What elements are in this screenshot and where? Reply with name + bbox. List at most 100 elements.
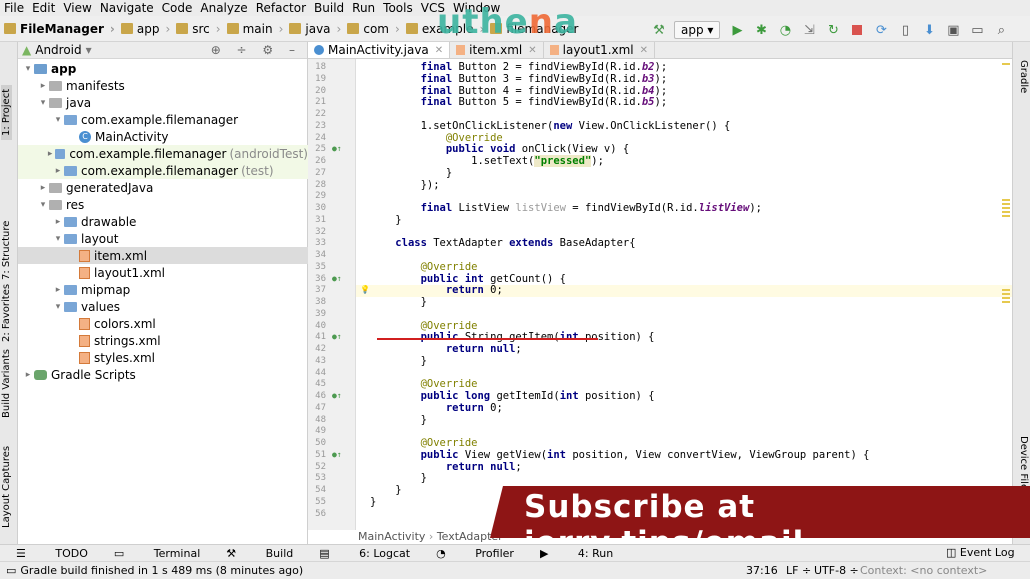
tool-window-4[interactable]: ◔ Profiler [436,547,514,560]
override-marker-icon[interactable]: ●↑ [332,391,342,400]
sdk-manager-icon[interactable]: ⬇ [920,21,938,39]
tree-item[interactable]: styles.xml [18,349,308,366]
expand-arrow-icon[interactable]: ▾ [37,200,49,210]
tool-window-0[interactable]: ☰ TODO [16,547,88,560]
menu-tools[interactable]: Tools [383,1,413,15]
file-encoding[interactable]: UTF-8 ÷ [814,564,859,577]
code-line[interactable]: } [370,496,376,509]
code-line[interactable]: class TextAdapter extends BaseAdapter{ [370,237,635,250]
code-line[interactable]: } [370,214,401,227]
caret-position[interactable]: 37:16 [746,564,778,577]
tree-item[interactable]: ▾ values [18,298,308,315]
expand-arrow-icon[interactable]: ▸ [37,183,49,193]
tab-structure[interactable]: 7: Structure [1,221,12,280]
expand-arrow-icon[interactable]: ▾ [52,302,64,312]
close-icon[interactable]: ✕ [528,45,536,56]
code-line[interactable]: return 0; [370,402,503,415]
avd-manager-icon[interactable]: ▯ [896,21,914,39]
menu-file[interactable]: File [4,1,24,15]
tree-item[interactable]: ▾ layout [18,230,308,247]
code-line[interactable]: } [370,296,427,309]
breadcrumb-0[interactable]: FileManager › [4,22,115,36]
chevron-down-icon[interactable]: ▾ [86,43,92,57]
code-editor[interactable]: 18 final Button 2 = findViewById(R.id.b2… [308,59,1012,530]
code-line[interactable]: } [370,484,401,497]
code-line[interactable]: } [370,414,427,427]
tool-window-5[interactable]: ▶ 4: Run [540,547,613,560]
tab-mainactivity-java[interactable]: MainActivity.java ✕ [308,42,451,58]
tree-item[interactable]: item.xml [18,247,308,264]
override-marker-icon[interactable]: ●↑ [332,144,342,153]
layout-inspector-icon[interactable]: ▣ [944,21,962,39]
code-line[interactable]: 1.setOnClickListener(new View.OnClickLis… [370,120,731,133]
event-log-button[interactable]: ◫ Event Log [946,546,1015,559]
run-icon[interactable]: ▶ [728,21,746,39]
stop-icon[interactable] [848,21,866,39]
tab-item-xml[interactable]: item.xml ✕ [450,42,544,58]
tree-item[interactable]: ▾ res [18,196,308,213]
expand-arrow-icon[interactable]: ▸ [52,285,64,295]
tab-build-variants[interactable]: Build Variants [1,349,12,418]
menu-code[interactable]: Code [162,1,193,15]
apply-changes-icon[interactable]: ↻ [824,21,842,39]
code-line[interactable]: } [370,167,452,180]
tab-gradle[interactable]: Gradle [1018,60,1029,93]
tree-item[interactable]: ▸ manifests [18,77,308,94]
breadcrumb-4[interactable]: java › [289,22,341,36]
expand-arrow-icon[interactable]: ▸ [52,217,64,227]
tree-item[interactable]: layout1.xml [18,264,308,281]
tree-item[interactable]: ▸ mipmap [18,281,308,298]
tab-layout1-xml[interactable]: layout1.xml ✕ [544,42,656,58]
tree-item[interactable]: strings.xml [18,332,308,349]
code-line[interactable]: } [370,355,427,368]
code-line[interactable]: public long getItemId(int position) { [370,390,655,403]
tree-item[interactable]: ▸ com.example.filemanager (test) [18,162,308,179]
menu-analyze[interactable]: Analyze [200,1,247,15]
tree-item[interactable]: ▾ java [18,94,308,111]
code-line[interactable]: final Button 2 = findViewById(R.id.b2); [370,61,668,74]
code-line[interactable]: return null; [370,343,522,356]
profile-icon[interactable]: ◔ [776,21,794,39]
tool-window-1[interactable]: ▭ Terminal [114,547,200,560]
close-icon[interactable]: ✕ [435,45,443,56]
tool-window-2[interactable]: ⚒ Build [226,547,293,560]
tree-item[interactable]: ▾ app [18,60,308,77]
line-separator[interactable]: LF ÷ [786,564,811,577]
attach-icon[interactable]: ⇲ [800,21,818,39]
lightbulb-icon[interactable]: 💡 [360,285,370,294]
menu-refactor[interactable]: Refactor [256,1,306,15]
sync-icon[interactable]: ⟳ [872,21,890,39]
menu-run[interactable]: Run [352,1,375,15]
override-marker-icon[interactable]: ●↑ [332,450,342,459]
run-config-select[interactable]: app ▾ [674,21,721,39]
tab-project[interactable]: 1: Project [1,84,12,140]
tree-item[interactable]: ▾ com.example.filemanager [18,111,308,128]
breadcrumb-5[interactable]: com › [347,22,400,36]
tree-item[interactable]: ▸ com.example.filemanager (androidTest) [18,145,308,162]
tree-item[interactable]: ▸ Gradle Scripts [18,366,308,383]
debug-icon[interactable]: ✱ [752,21,770,39]
expand-arrow-icon[interactable]: ▾ [37,98,49,108]
code-line[interactable]: }); [370,179,440,192]
code-line[interactable]: 1.setText("pressed"); [370,155,604,168]
search-icon[interactable]: ⌕ [992,21,1010,39]
breadcrumb-3[interactable]: main › [226,22,283,36]
breadcrumb-2[interactable]: src › [176,22,221,36]
tab-favorites[interactable]: 2: Favorites [1,284,12,342]
expand-arrow-icon[interactable]: ▸ [37,81,49,91]
code-line[interactable]: final ListView listView = findViewById(R… [370,202,762,215]
project-view-select[interactable]: Android [35,43,81,57]
tab-layout-captures[interactable]: Layout Captures [1,446,12,528]
override-marker-icon[interactable]: ●↑ [332,332,342,341]
crumb-mainactivity[interactable]: MainActivity [358,530,425,543]
expand-arrow-icon[interactable]: ▾ [22,64,34,74]
code-line[interactable]: final Button 5 = findViewById(R.id.b5); [370,96,668,109]
tab-device-file-explorer[interactable]: Device File [1018,436,1029,490]
tree-item[interactable]: colors.xml [18,315,308,332]
expand-arrow-icon[interactable]: ▸ [45,149,55,159]
tree-item[interactable]: ▸ drawable [18,213,308,230]
tool-window-3[interactable]: ▤ 6: Logcat [319,547,410,560]
close-icon[interactable]: ✕ [640,45,648,56]
expand-arrow-icon[interactable]: ▾ [52,234,64,244]
menu-navigate[interactable]: Navigate [100,1,154,15]
